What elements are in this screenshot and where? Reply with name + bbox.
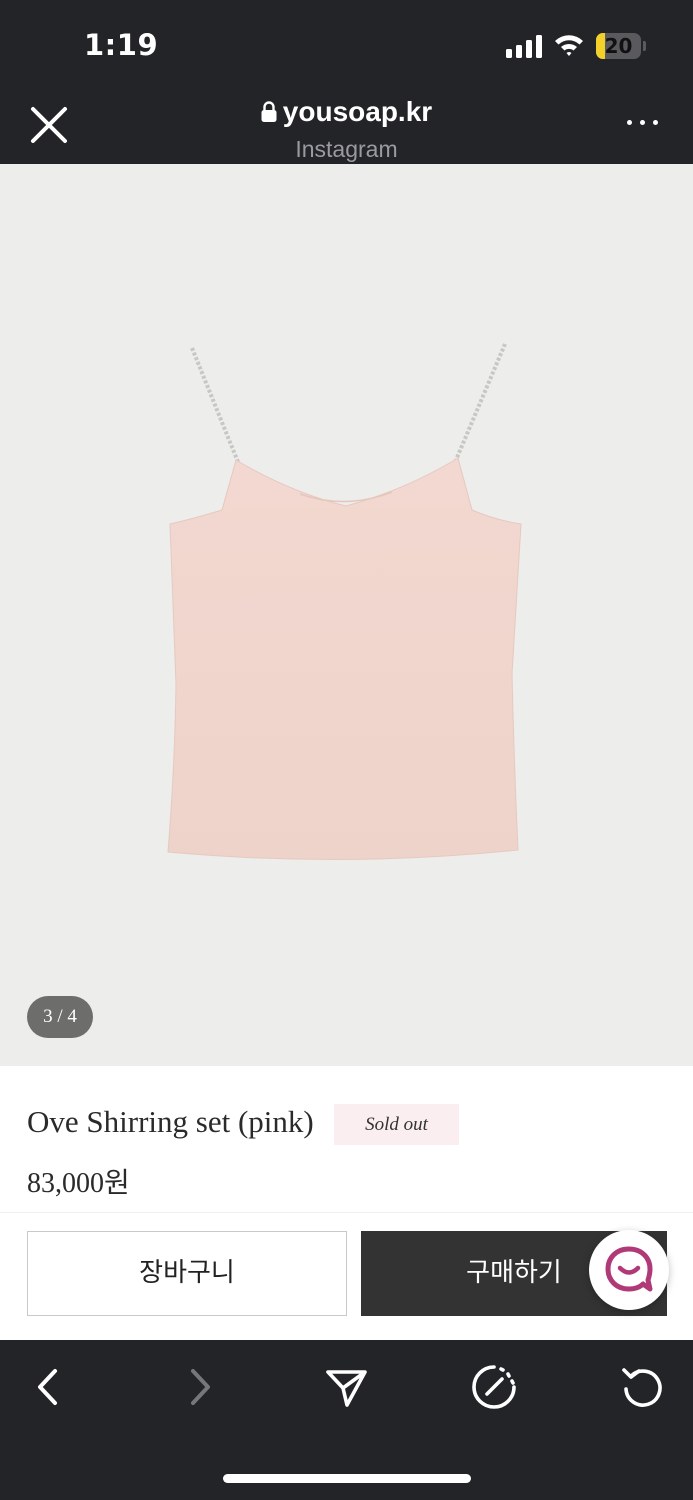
compass-icon[interactable] — [469, 1362, 519, 1412]
image-counter: 3 / 4 — [27, 996, 93, 1038]
share-icon[interactable] — [321, 1362, 371, 1412]
lock-icon — [261, 101, 277, 122]
chat-icon — [605, 1246, 653, 1292]
source-label: Instagram — [295, 136, 398, 162]
product-image — [167, 343, 522, 861]
product-image-carousel[interactable]: 3 / 4 — [0, 164, 693, 1066]
chat-button[interactable] — [589, 1230, 669, 1310]
forward-icon[interactable] — [174, 1362, 224, 1412]
home-indicator — [223, 1474, 471, 1483]
product-name: Ove Shirring set (pink) — [27, 1104, 314, 1139]
battery-level: 20 — [604, 34, 633, 58]
status-bar: 1:19 20 — [0, 0, 693, 88]
url-domain: yousoap.kr — [282, 96, 433, 127]
status-time: 1:19 — [84, 28, 159, 62]
cellular-signal-icon — [506, 34, 544, 58]
url-bar[interactable]: yousoap.kr — [0, 96, 693, 128]
product-info: Ove Shirring set (pink) Sold out 83,000원 — [0, 1066, 693, 1212]
back-icon[interactable] — [24, 1362, 74, 1412]
add-to-cart-button[interactable]: 장바구니 — [27, 1231, 347, 1316]
status-badge: Sold out — [334, 1104, 459, 1145]
action-bar: 장바구니 구매하기 — [0, 1212, 693, 1340]
product-price: 83,000원 — [27, 1168, 130, 1199]
more-options-icon[interactable] — [622, 110, 664, 134]
wifi-icon — [555, 35, 583, 56]
reload-icon[interactable] — [618, 1362, 668, 1412]
battery-icon: 20 — [596, 33, 646, 59]
browser-header: yousoap.kr Instagram — [0, 88, 693, 164]
